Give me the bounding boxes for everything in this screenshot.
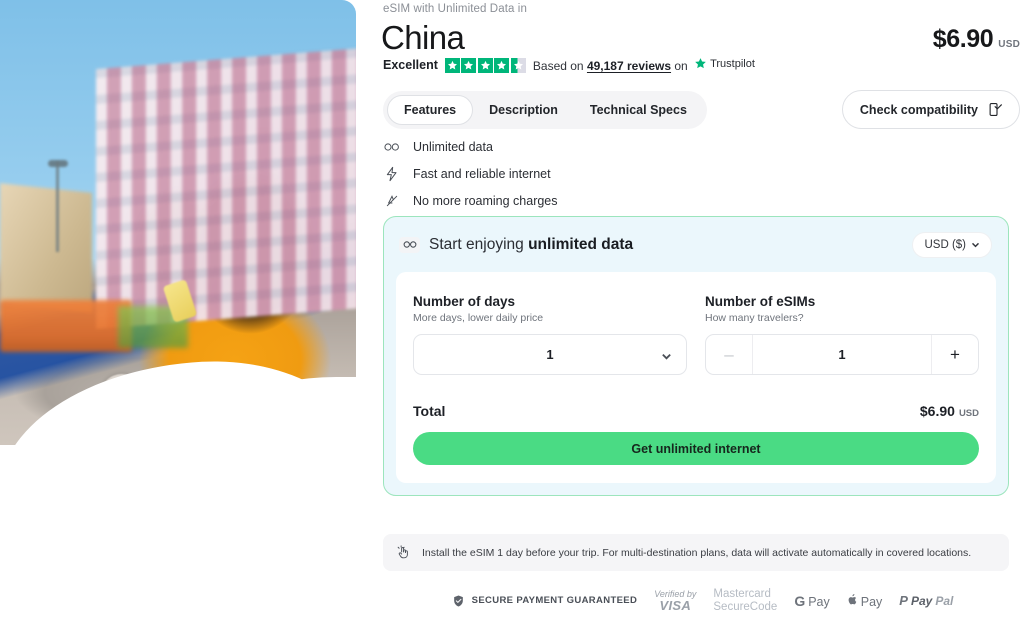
esims-increment-button[interactable]: +: [932, 335, 978, 374]
total-currency: USD: [958, 408, 979, 419]
star-icon: [461, 57, 477, 73]
shield-check-icon: [453, 595, 463, 607]
esims-field: Number of eSIMs How many travelers? – 1 …: [705, 294, 979, 375]
trustpilot-logo: Trustpilot: [694, 57, 755, 70]
chevron-down-icon: [661, 349, 672, 360]
building-shape-secondary: [0, 183, 92, 313]
feature-label: Unlimited data: [413, 139, 493, 154]
rating-word: Excellent: [383, 58, 438, 72]
hero-image: [0, 0, 356, 445]
tap-hand-icon: [397, 545, 408, 559]
esims-sublabel: How many travelers?: [705, 312, 804, 324]
mastercard-securecode-badge: Mastercard SecureCode: [713, 588, 777, 614]
pricing-fields: Number of days More days, lower daily pr…: [413, 294, 979, 375]
apple-pay-label: Pay: [860, 594, 883, 609]
price-amount: $6.90: [932, 25, 994, 53]
star-icon: [494, 57, 510, 73]
rating-stars: [444, 57, 526, 73]
tab-features[interactable]: Features: [387, 95, 474, 125]
check-compatibility-label: Check compatibility: [859, 102, 978, 117]
chevron-down-icon: [971, 242, 980, 248]
paypal-pal-label: Pal: [935, 593, 954, 608]
google-pay-badge: G Pay: [794, 593, 829, 609]
secure-payment-badge: SECURE PAYMENT GUARANTEED: [452, 594, 638, 608]
star-icon: [444, 57, 460, 73]
product-eyebrow: eSIM with Unlimited Data in: [383, 3, 527, 15]
trustpilot-name: Trustpilot: [710, 57, 755, 70]
street-lamp-pole: [56, 162, 59, 252]
mastercard-wordmark: Mastercard: [713, 588, 771, 600]
page-title: China: [381, 19, 465, 56]
payment-badges: SECURE PAYMENT GUARANTEED Verified by VI…: [381, 588, 1024, 614]
feature-item-no-roaming: No more roaming charges: [383, 192, 558, 209]
check-compatibility-button[interactable]: Check compatibility: [841, 90, 1020, 129]
pricing-card-body: Number of days More days, lower daily pr…: [396, 272, 996, 483]
reviews-link[interactable]: 49,187 reviews: [587, 59, 671, 73]
phone-check-icon: [989, 103, 1002, 116]
pricing-card-title: Start enjoying unlimited data: [429, 236, 633, 254]
apple-logo-icon: [848, 593, 857, 605]
paypal-p-mark: P: [899, 593, 908, 609]
days-sublabel: More days, lower daily price: [413, 312, 544, 324]
visa-wordmark: VISA: [659, 597, 692, 613]
rating-prefix: Based on: [532, 59, 584, 73]
pricing-card-title-bold: unlimited data: [528, 235, 634, 253]
esims-label: Number of eSIMs: [705, 294, 816, 309]
lightning-bolt-icon: [383, 165, 400, 182]
secure-payment-label: SECURE PAYMENT GUARANTEED: [471, 595, 638, 607]
currency-selector[interactable]: USD ($): [912, 231, 992, 258]
currency-selector-value: USD ($): [924, 238, 966, 251]
product-details: eSIM with Unlimited Data in China $6.90 …: [381, 0, 1024, 622]
feature-item-fast-internet: Fast and reliable internet: [383, 165, 558, 182]
product-price: $6.90 USD: [933, 25, 1020, 54]
get-unlimited-internet-button[interactable]: Get unlimited internet: [413, 432, 979, 465]
tab-bar: Features Description Technical Specs: [383, 91, 707, 129]
feature-list: Unlimited data Fast and reliable interne…: [383, 138, 558, 209]
pricing-card-title-plain: Start enjoying: [429, 235, 529, 253]
trustpilot-star-icon: [695, 58, 706, 69]
esims-decrement-button[interactable]: –: [706, 335, 752, 374]
days-select[interactable]: 1: [413, 334, 687, 375]
rating-on-word: on: [674, 59, 688, 73]
esims-stepper: – 1 +: [705, 334, 979, 375]
days-value: 1: [546, 347, 554, 362]
feature-label: Fast and reliable internet: [413, 166, 551, 181]
paypal-badge: P Pay Pal: [899, 593, 953, 608]
google-g-mark: G: [794, 592, 806, 609]
feature-item-unlimited-data: Unlimited data: [383, 138, 558, 155]
esims-value[interactable]: 1: [752, 335, 932, 374]
paypal-pay-label: Pay: [910, 593, 933, 608]
infinity-icon: [383, 138, 400, 155]
pricing-card-header-left: Start enjoying unlimited data: [399, 236, 633, 254]
verified-by-visa-badge: Verified by VISA: [654, 589, 696, 613]
tab-technical-specs[interactable]: Technical Specs: [574, 95, 703, 125]
price-currency: USD: [998, 39, 1020, 50]
no-roaming-icon: [383, 192, 400, 209]
rating-row: Excellent Based on 49,187 reviews on Tru…: [383, 57, 755, 73]
pricing-card: Start enjoying unlimited data USD ($) Nu…: [383, 216, 1009, 496]
apple-pay-badge: Pay: [847, 593, 883, 609]
infinity-icon: [399, 236, 420, 253]
building-shape: [96, 46, 356, 330]
total-label: Total: [413, 403, 446, 419]
install-notice-text: Install the eSIM 1 day before your trip.…: [422, 546, 972, 559]
tab-description[interactable]: Description: [473, 95, 574, 125]
rating-summary: Based on 49,187 reviews on Trustpilot: [532, 57, 755, 74]
product-page: eSIM with Unlimited Data in China $6.90 …: [0, 0, 1024, 622]
star-icon: [477, 57, 493, 73]
total-amount: $6.90 USD: [920, 403, 979, 419]
feature-label: No more roaming charges: [413, 193, 558, 208]
star-icon-partial: [510, 57, 526, 73]
google-pay-label: Pay: [808, 594, 830, 609]
securecode-label: SecureCode: [713, 600, 778, 613]
days-field: Number of days More days, lower daily pr…: [413, 294, 687, 375]
pricing-card-header: Start enjoying unlimited data USD ($): [384, 217, 1008, 272]
orange-vehicle: [0, 300, 132, 352]
days-label: Number of days: [413, 294, 516, 309]
total-row: Total $6.90 USD: [413, 403, 979, 419]
total-price: $6.90: [919, 403, 955, 419]
install-notice: Install the eSIM 1 day before your trip.…: [383, 534, 1009, 571]
